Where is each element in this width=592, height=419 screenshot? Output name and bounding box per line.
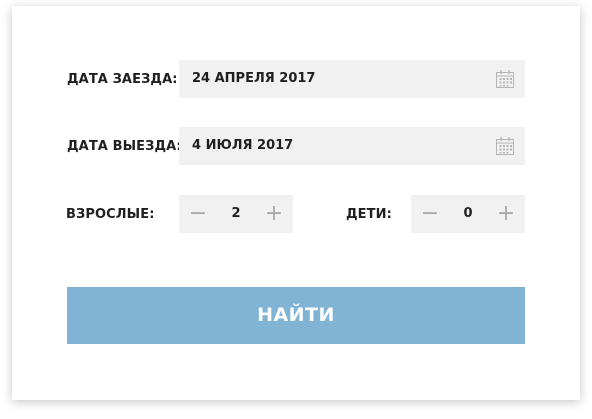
adults-stepper: − 2 +	[179, 195, 293, 233]
checkin-date-field[interactable]: 24 АПРЕЛЯ 2017	[179, 60, 525, 98]
calendar-icon[interactable]	[495, 69, 515, 89]
adults-minus-button[interactable]: −	[179, 195, 217, 233]
calendar-icon[interactable]	[495, 136, 515, 156]
checkout-date-value: 4 ИЮЛЯ 2017	[192, 138, 294, 153]
adults-count[interactable]: 2	[217, 195, 255, 233]
checkout-label: ДАТА ВЫЕЗДА:	[67, 139, 182, 154]
children-label: ДЕТИ:	[346, 207, 392, 222]
children-count[interactable]: 0	[449, 195, 487, 233]
children-plus-button[interactable]: +	[487, 195, 525, 233]
booking-form-card: ДАТА ЗАЕЗДА: 24 АПРЕЛЯ 2017 ДАТА ВЫЕЗДА:…	[12, 6, 580, 400]
checkout-date-field[interactable]: 4 ИЮЛЯ 2017	[179, 127, 525, 165]
adults-label: ВЗРОСЛЫЕ:	[66, 207, 155, 222]
checkin-date-value: 24 АПРЕЛЯ 2017	[192, 71, 316, 86]
adults-plus-button[interactable]: +	[255, 195, 293, 233]
search-button[interactable]: НАЙТИ	[67, 287, 525, 344]
children-minus-button[interactable]: −	[411, 195, 449, 233]
checkin-label: ДАТА ЗАЕЗДА:	[67, 72, 178, 87]
children-stepper: − 0 +	[411, 195, 525, 233]
